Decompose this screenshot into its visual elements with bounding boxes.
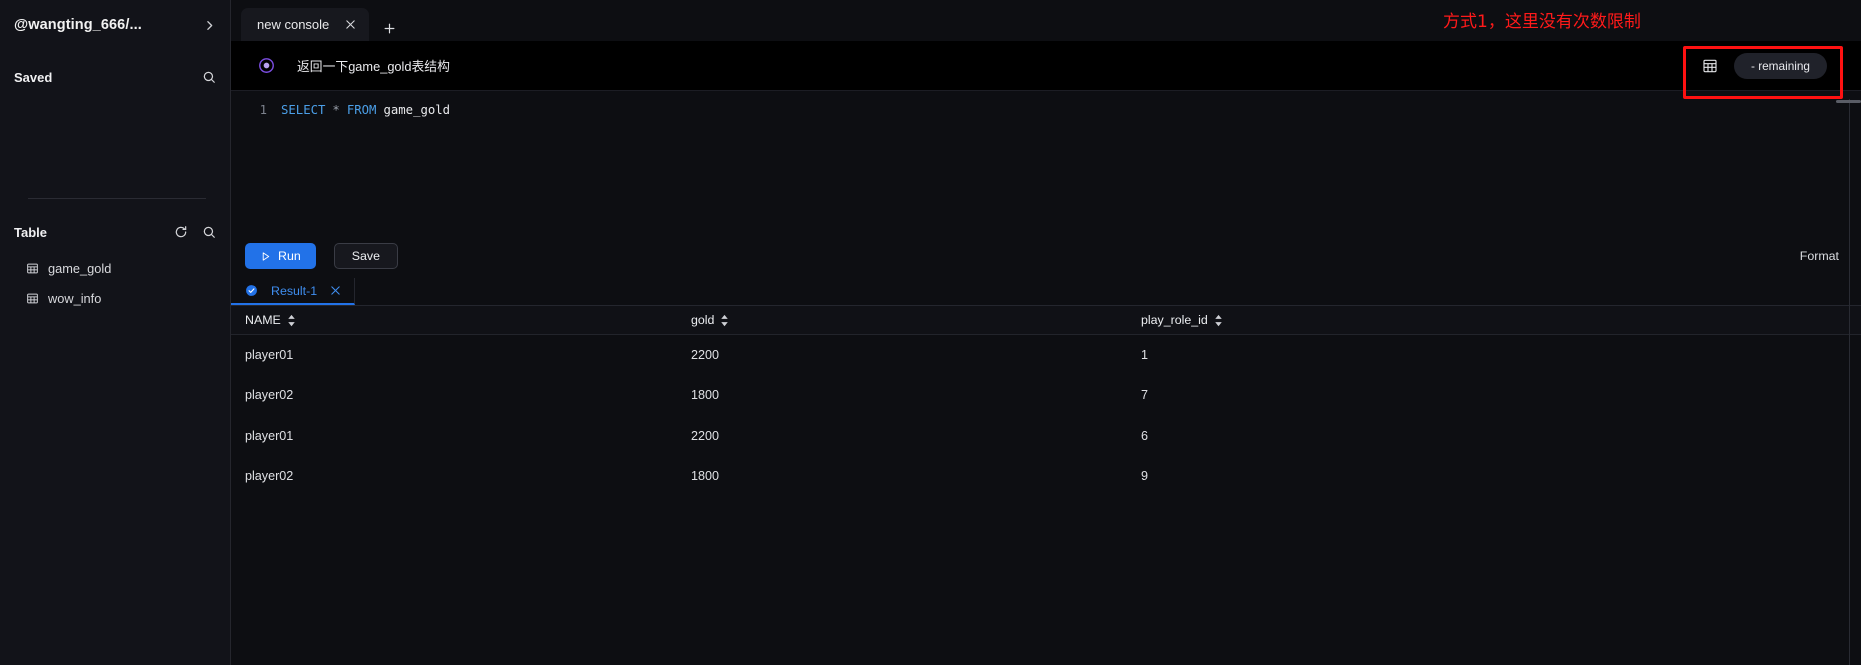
table-list: game_gold wow_info [0,257,230,309]
cell-gold: 1800 [691,388,720,403]
table-list-item-label: game_gold [48,260,112,276]
table-row[interactable]: player02 1800 9 [231,456,1861,496]
app-root: @wangting_666/... Saved Table game_gold … [0,0,1861,665]
column-header-name[interactable]: NAME [231,313,691,327]
cell-gold: 2200 [691,348,720,363]
saved-section-title: Saved [14,69,53,85]
cell-name: player01 [245,428,294,443]
table-icon [26,292,39,305]
table-row[interactable]: player02 1800 7 [231,375,1861,415]
result-grid-header: NAME gold play_role_id [231,306,1861,335]
sql-editor[interactable]: 1 SELECT * FROM game_gold [231,90,1861,234]
close-icon[interactable] [330,285,341,296]
format-button[interactable]: Format [1800,249,1839,263]
save-button-label: Save [351,249,380,263]
tab-result-1[interactable]: Result-1 [231,278,356,305]
table-row[interactable]: player01 2200 1 [231,335,1861,375]
tab-label: new console [257,17,330,32]
refresh-icon[interactable] [174,225,188,239]
main-panel: new console 返回一下game_gold表结构 - remaining [231,0,1861,665]
table-section-header: Table [0,217,230,247]
line-number: 1 [259,102,267,117]
cell-play-role-id: 7 [1141,388,1149,403]
close-icon[interactable] [345,19,356,30]
sql-keyword: FROM [346,102,377,117]
annotation-note: 方式1，这里没有次数限制 [1443,12,1641,32]
sidebar: @wangting_666/... Saved Table game_gold … [0,0,231,665]
account-name: @wangting_666/... [14,17,142,33]
result-tab-label: Result-1 [271,283,318,298]
table-icon [26,262,39,275]
panel-vertical-divider [1849,99,1850,665]
cell-gold: 1800 [691,469,720,484]
prompt-bar-actions: - remaining [1702,52,1861,79]
horizontal-scrollbar[interactable] [1836,100,1861,103]
editor-action-bar: Run Save Format [231,234,1861,278]
remaining-badge[interactable]: - remaining [1733,52,1827,79]
table-row[interactable]: player01 2200 6 [231,416,1861,456]
cell-gold: 2200 [691,428,720,443]
result-grid: NAME gold play_role_id player01 2200 1 p… [231,306,1861,665]
sql-operator: * [332,102,340,117]
table-list-item[interactable]: wow_info [0,287,230,309]
play-icon [260,251,271,262]
sidebar-divider [28,198,206,199]
saved-section-header: Saved [0,62,230,92]
table-section-title: Table [14,224,47,240]
cell-name: player02 [245,469,294,484]
sort-arrows-icon[interactable] [287,314,296,327]
ai-target-icon [257,57,275,75]
cell-name: player02 [245,388,294,403]
table-grid-icon[interactable] [1702,58,1718,74]
ai-prompt-text: 返回一下game_gold表结构 [297,59,450,74]
table-list-item-label: wow_info [48,290,102,306]
cell-play-role-id: 9 [1141,469,1149,484]
check-circle-icon [245,284,258,297]
column-header-label: gold [691,313,715,327]
search-icon[interactable] [202,225,216,239]
column-header-label: play_role_id [1141,313,1208,327]
chevron-right-icon[interactable] [203,19,216,32]
column-header-gold[interactable]: gold [691,313,1141,327]
cell-name: player01 [245,348,294,363]
save-button[interactable]: Save [333,243,398,269]
sort-arrows-icon[interactable] [1214,314,1223,327]
result-tabstrip: Result-1 [231,278,1861,306]
table-list-item[interactable]: game_gold [0,257,230,279]
saved-list-empty [0,92,230,188]
run-button-label: Run [278,249,301,263]
ai-prompt-bar: 返回一下game_gold表结构 - remaining [231,41,1861,90]
cell-play-role-id: 6 [1141,428,1149,443]
run-button[interactable]: Run [245,243,316,269]
code-line: 1 SELECT * FROM game_gold [231,100,1861,119]
cell-play-role-id: 1 [1141,348,1149,363]
sql-identifier: game_gold [383,102,451,117]
sql-keyword: SELECT [281,102,326,117]
search-icon[interactable] [202,70,216,84]
plus-icon[interactable] [383,22,396,35]
account-selector[interactable]: @wangting_666/... [0,6,230,44]
column-header-label: NAME [245,313,281,327]
sort-arrows-icon[interactable] [720,314,729,327]
tab-new-console[interactable]: new console [241,8,370,41]
column-header-play-role-id[interactable]: play_role_id [1141,313,1861,327]
